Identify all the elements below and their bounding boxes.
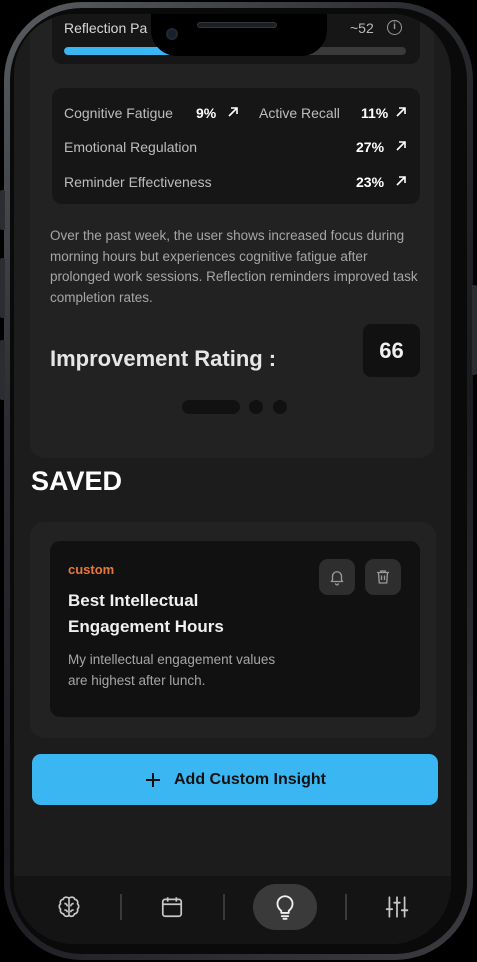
nav-item-calendar[interactable] — [157, 892, 187, 922]
metric-label-active-recall: Active Recall — [259, 105, 340, 121]
metric-value-reminder-effectiveness: 23% — [356, 174, 385, 190]
calendar-icon — [161, 897, 183, 918]
lightbulb-icon — [276, 895, 294, 920]
speaker-grille — [197, 22, 277, 28]
front-camera — [166, 28, 178, 40]
nav-divider — [223, 894, 225, 920]
carousel-indicator[interactable] — [273, 400, 287, 414]
trend-up-icon — [396, 176, 406, 186]
sliders-icon — [385, 896, 409, 918]
metric-value-active-recall: 11% — [361, 105, 389, 121]
reflection-value: ~52 — [350, 20, 374, 36]
nav-divider — [345, 894, 347, 920]
metric-label-emotional-regulation: Emotional Regulation — [64, 139, 198, 155]
insight-summary: Over the past week, the user shows incre… — [50, 228, 418, 305]
trash-icon — [377, 570, 389, 584]
side-button-mute — [0, 190, 5, 230]
side-button-volume-down — [0, 340, 5, 400]
metric-value-cognitive-fatigue: 9% — [196, 105, 217, 121]
carousel-indicator-active[interactable] — [182, 400, 240, 414]
nav-item-insights[interactable] — [270, 892, 300, 922]
trend-up-icon — [396, 141, 406, 151]
trend-up-icon — [228, 107, 238, 117]
improvement-rating-label: Improvement Rating : — [50, 346, 277, 371]
reminder-button[interactable] — [319, 559, 355, 595]
metric-label-reminder-effectiveness: Reminder Effectiveness — [64, 174, 212, 190]
side-button-power — [472, 285, 477, 375]
carousel-indicator[interactable] — [249, 400, 263, 414]
saved-section-title: SAVED — [31, 466, 123, 496]
metric-label-cognitive-fatigue: Cognitive Fatigue — [64, 105, 173, 121]
side-button-volume-up — [0, 258, 5, 318]
improvement-rating-value: 66 — [363, 324, 420, 377]
nav-item-settings[interactable] — [382, 892, 412, 922]
insight-tag: custom — [68, 562, 115, 577]
info-icon[interactable]: i — [387, 20, 402, 35]
insight-description: My intellectual engagement values are hi… — [68, 652, 276, 688]
trend-up-icon — [396, 107, 406, 117]
delete-button[interactable] — [365, 559, 401, 595]
nav-item-brain[interactable] — [54, 892, 84, 922]
nav-divider — [120, 894, 122, 920]
plus-icon — [146, 772, 160, 787]
metric-value-emotional-regulation: 27% — [356, 139, 385, 155]
app-screen: Reflection Pa ~52 i Cognitive Fatigue 9%… — [14, 14, 451, 944]
insight-title: Best Intellectual Engagement Hours — [68, 591, 224, 636]
add-custom-insight-label: Add Custom Insight — [174, 770, 326, 788]
bell-icon — [330, 571, 344, 586]
reflection-label: Reflection Pa — [64, 20, 148, 36]
brain-icon — [58, 896, 80, 918]
add-custom-insight-button[interactable]: Add Custom Insight — [32, 754, 438, 805]
